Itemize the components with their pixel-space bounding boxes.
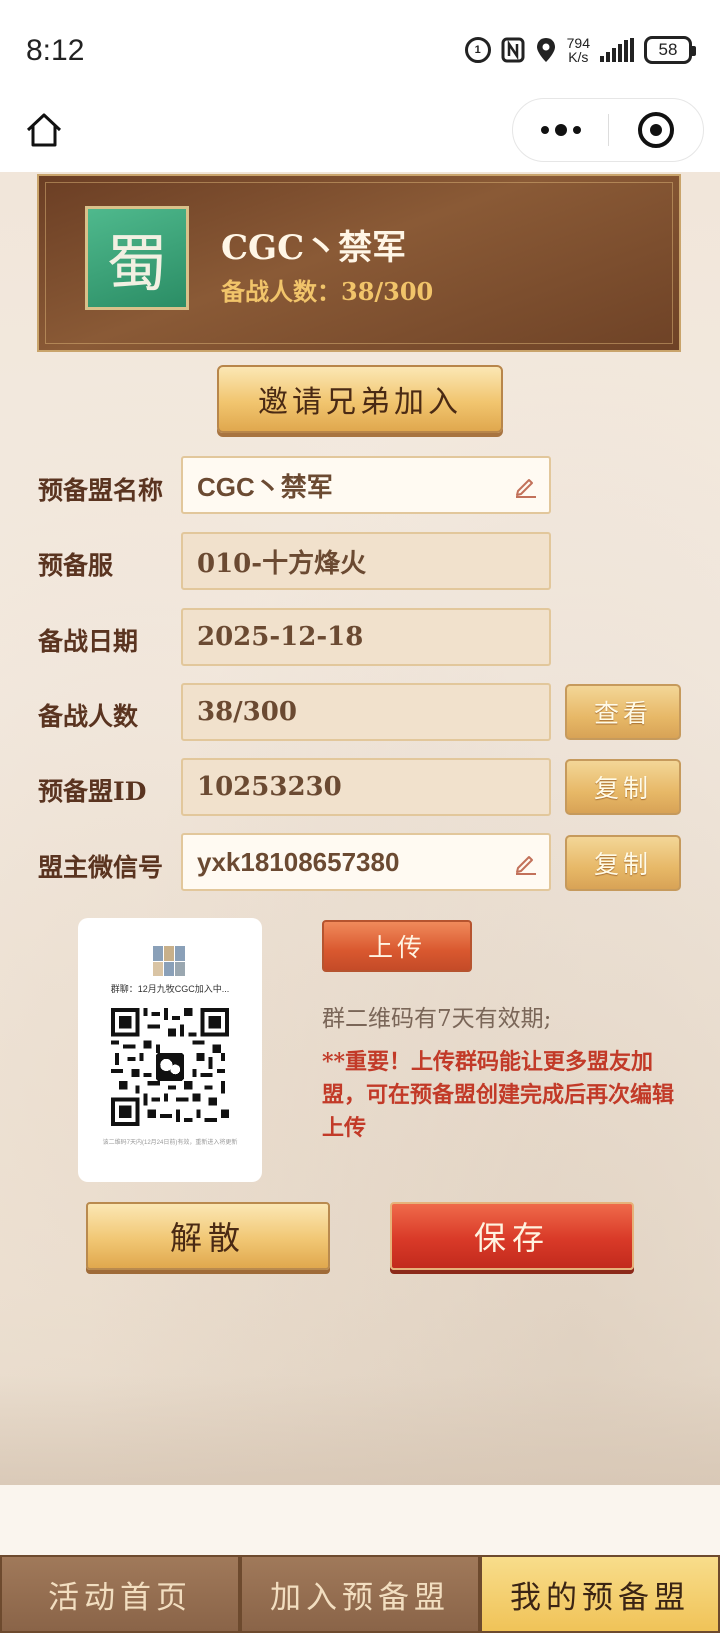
alliance-name-input[interactable]: CGC丶禁军	[181, 456, 551, 514]
alliance-banner: 蜀 CGC丶禁军 备战人数：38/300	[37, 174, 681, 352]
invite-button[interactable]: 邀请兄弟加入	[217, 365, 503, 433]
location-icon	[536, 38, 555, 62]
battery-icon: 58	[644, 36, 696, 64]
save-button[interactable]: 保存	[390, 1202, 634, 1270]
group-name: 群聊：12月九牧CGC加入中...	[110, 984, 230, 994]
upload-button[interactable]: 上传	[322, 920, 472, 972]
member-count: 备战人数：38/300	[221, 277, 434, 306]
view-members-button[interactable]: 查看	[565, 684, 681, 740]
edit-icon[interactable]	[513, 850, 539, 876]
dissolve-button[interactable]: 解散	[86, 1202, 330, 1270]
id-label: 预备盟ID	[38, 777, 147, 806]
server-value: 010-十方烽火	[197, 548, 367, 579]
signal-icon	[600, 38, 634, 62]
tab-join-alliance[interactable]: 加入预备盟	[240, 1555, 480, 1633]
home-icon[interactable]	[22, 108, 66, 152]
miniprogram-capsule	[512, 98, 704, 162]
id-value: 10253230	[197, 772, 342, 802]
wechat-label: 盟主微信号	[38, 853, 164, 882]
count-label: 备战人数	[38, 702, 139, 731]
date-field: 2025-12-18	[181, 608, 551, 666]
close-miniprogram-icon[interactable]	[609, 112, 703, 148]
group-avatar	[153, 946, 185, 976]
group-qr-card[interactable]: 群聊：12月九牧CGC加入中... 该二维码7天内(12月24日前)有效，重新进…	[78, 918, 262, 1182]
important-notice: **重要！上传群码能让更多盟友加盟，可在预备盟创建完成后再次编辑上传	[322, 1049, 675, 1141]
nfc-icon	[501, 37, 525, 63]
tab-my-alliance[interactable]: 我的预备盟	[480, 1555, 720, 1633]
count-value: 38/300	[197, 697, 297, 727]
copy-wechat-button[interactable]: 复制	[565, 835, 681, 891]
copy-id-button[interactable]: 复制	[565, 759, 681, 815]
network-speed: 794 K/s	[567, 36, 590, 64]
more-icon[interactable]	[513, 99, 608, 161]
status-bar: 8:12 1 794 K/s 58	[0, 0, 720, 100]
id-field: 10253230	[181, 758, 551, 816]
edit-icon[interactable]	[513, 473, 539, 499]
status-icons: 1 794 K/s 58	[464, 36, 696, 64]
date-label: 备战日期	[38, 627, 139, 656]
network-speed-unit: K/s	[568, 49, 589, 65]
server-label: 预备服	[38, 551, 114, 580]
kingdom-badge: 蜀	[85, 206, 189, 310]
data-saver-icon: 1	[464, 37, 491, 63]
name-label: 预备盟名称	[38, 476, 164, 505]
qr-code-image	[111, 1008, 229, 1126]
alliance-name-value: CGC丶禁军	[197, 471, 333, 502]
wechat-input[interactable]: yxk18108657380	[181, 833, 551, 891]
alliance-name: CGC丶禁军	[221, 228, 407, 268]
qr-note: 该二维码7天内(12月24日前)有效，重新进入将更新	[102, 1140, 238, 1146]
network-speed-value: 794	[566, 35, 590, 51]
qr-validity-text: 群二维码有7天有效期;	[322, 1006, 552, 1032]
date-value: 2025-12-18	[197, 622, 364, 652]
server-field: 010-十方烽火	[181, 532, 551, 590]
battery-level: 58	[658, 40, 678, 59]
count-field: 38/300	[181, 683, 551, 741]
bottom-tab-bar: 活动首页 加入预备盟 我的预备盟	[0, 1555, 720, 1633]
wechat-value: yxk18108657380	[197, 846, 400, 877]
clock: 8:12	[26, 34, 85, 67]
tab-activity-home[interactable]: 活动首页	[0, 1555, 240, 1633]
